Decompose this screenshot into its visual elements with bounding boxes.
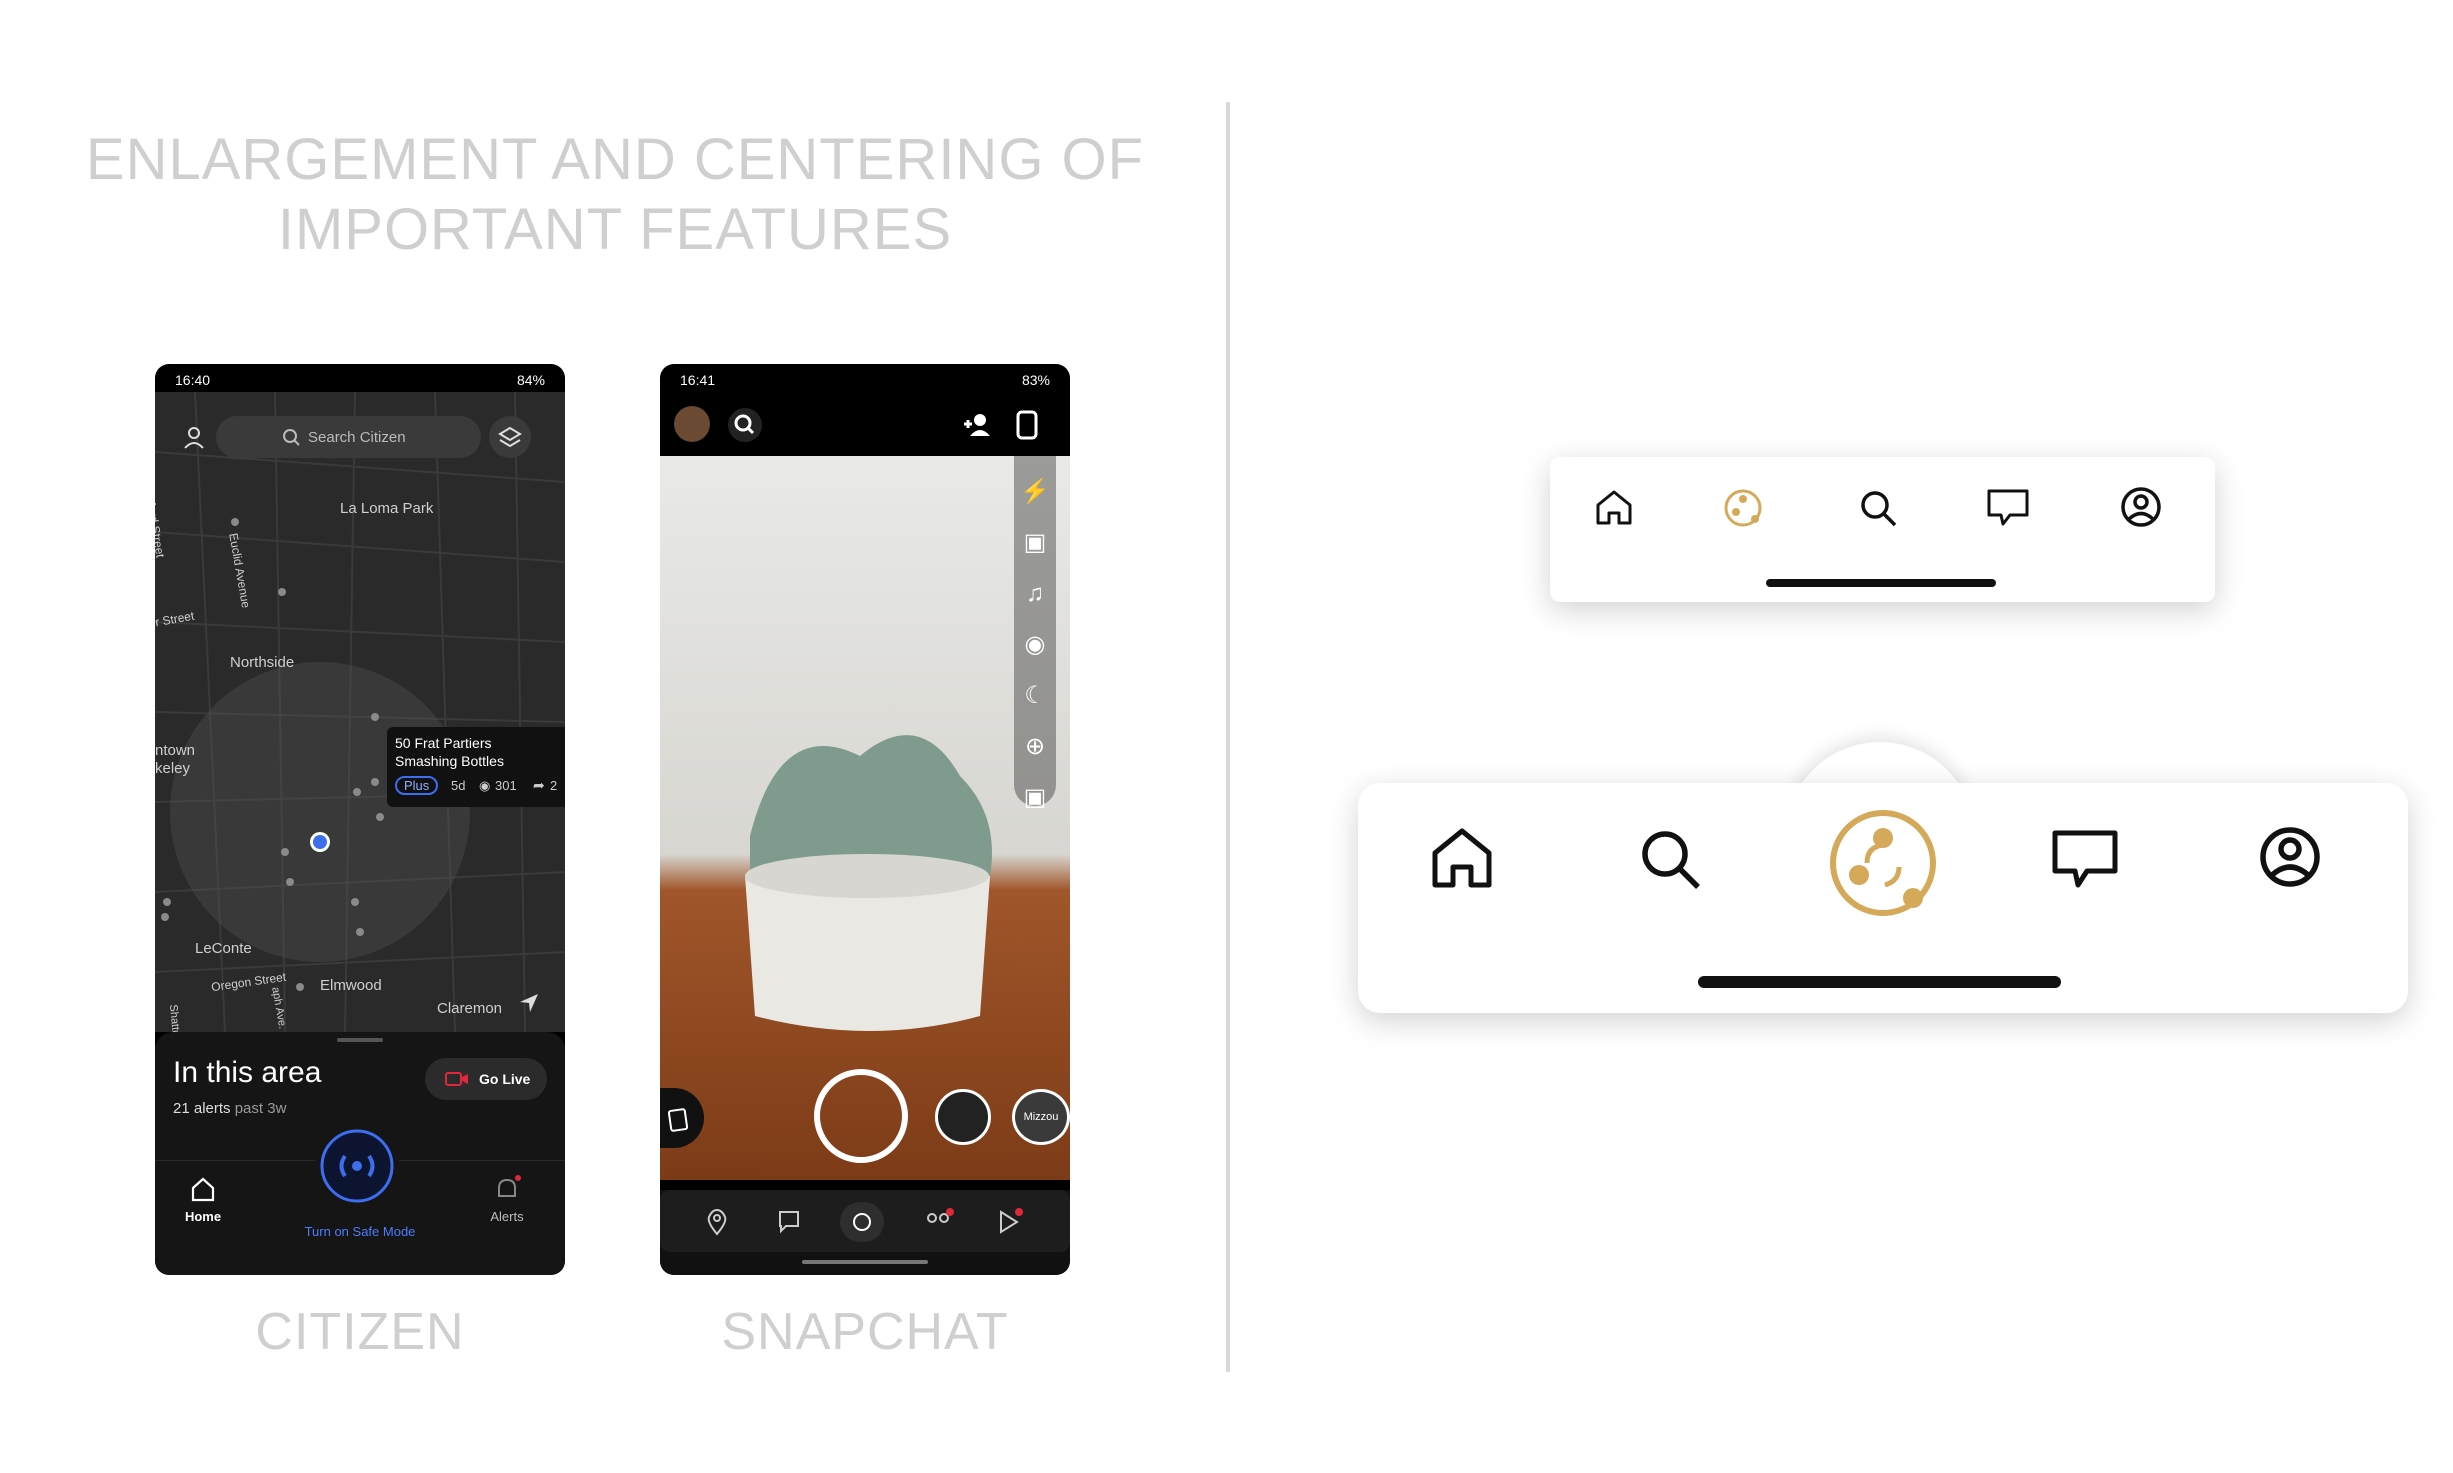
nav-alerts[interactable]: Alerts [477, 1172, 537, 1224]
friends-icon[interactable] [922, 1208, 956, 1241]
nav-bar-original [1550, 457, 2215, 602]
search-icon[interactable] [728, 408, 762, 442]
map-label-downtown: ntown [155, 742, 196, 759]
lens-2-label: Mizzou [1023, 1111, 1059, 1123]
broadcast-center-button[interactable] [1825, 805, 1941, 926]
plus-icon[interactable]: ⊕ [1019, 721, 1051, 772]
lens-1[interactable] [935, 1089, 991, 1145]
alerts-count: 21 alerts [173, 1100, 231, 1117]
chat-icon[interactable] [777, 1208, 801, 1241]
add-friend-icon[interactable] [960, 408, 994, 447]
home-indicator [1698, 976, 2061, 988]
memories-icon[interactable] [660, 1088, 704, 1148]
nav-home[interactable]: Home [173, 1172, 233, 1224]
lens-2[interactable]: Mizzou [1012, 1089, 1070, 1145]
plus-badge: Plus [395, 776, 439, 795]
search-icon [282, 428, 300, 451]
shutter-button[interactable] [814, 1069, 908, 1163]
locate-me-icon[interactable] [518, 992, 540, 1019]
broadcast-icon [320, 1129, 394, 1203]
map-label-berkeley: keley [155, 760, 191, 777]
music-icon[interactable]: ♫ [1019, 568, 1051, 619]
go-live-button[interactable]: Go Live [425, 1058, 547, 1100]
incident-views: 301 [495, 778, 517, 793]
nav-alerts-label: Alerts [490, 1209, 524, 1224]
message-icon[interactable] [1986, 487, 2030, 534]
status-time: 16:41 [680, 372, 716, 388]
bell-icon [498, 1175, 521, 1197]
broadcast-icon[interactable] [1722, 487, 1764, 534]
map-pin-icon[interactable] [705, 1208, 729, 1241]
profile-icon[interactable] [2258, 825, 2322, 894]
map-label-leconte: LeConte [195, 940, 252, 957]
search-icon[interactable] [1858, 488, 1898, 533]
camera-icon[interactable]: ◉ [1019, 619, 1051, 670]
map-label-claremont: Claremon [437, 1000, 503, 1017]
battery-percent: 83% [1021, 372, 1050, 388]
share-icon: ➦ [533, 777, 545, 793]
search-placeholder: Search Citizen [308, 429, 406, 446]
safe-mode-button[interactable] [315, 1124, 399, 1208]
snapchat-screenshot: 16:41 83% ⚡ ▣ ♫ ◉ ☾ ⊕ ▣ Mizzou [660, 364, 1070, 1275]
home-indicator [1766, 579, 1996, 587]
battery-percent: 84% [516, 372, 545, 388]
flash-off-icon[interactable]: ⚡ [1019, 466, 1051, 517]
incident-age: 5d [451, 778, 466, 793]
camera-tab-icon[interactable] [840, 1202, 884, 1242]
incident-title-1: 50 Frat Partiers [395, 735, 492, 751]
safe-mode-label[interactable]: Turn on Safe Mode [275, 1224, 445, 1239]
camera-preview[interactable]: ⚡ ▣ ♫ ◉ ☾ ⊕ ▣ Mizzou [660, 456, 1070, 1180]
bitmoji-avatar[interactable] [674, 406, 710, 442]
map-label-elmwood: Elmwood [320, 977, 382, 994]
live-camera-icon [445, 1071, 469, 1092]
page-heading: ENLARGEMENT AND CENTERING OF IMPORTANT F… [60, 125, 1170, 265]
eye-icon: ◉ [479, 778, 491, 793]
message-icon[interactable] [2051, 827, 2119, 896]
home-icon[interactable] [1430, 825, 1494, 896]
night-icon[interactable]: ☾ [1019, 670, 1051, 721]
map-streets [155, 392, 565, 1032]
flip-camera-icon[interactable] [1012, 408, 1042, 447]
sheet-handle[interactable] [337, 1038, 383, 1042]
incident-card[interactable]: 50 Frat Partiers Smashing Bottles Plus 5… [387, 727, 565, 807]
broadcast-icon [1830, 810, 1936, 916]
sheet-title: In this area [173, 1056, 322, 1089]
layers-icon[interactable] [489, 416, 531, 458]
citizen-screenshot: 16:40 84% Search Citizen La Loma Park No… [155, 364, 565, 1275]
caption-citizen: CITIZEN [255, 1303, 465, 1361]
caption-snapchat: SNAPCHAT [721, 1303, 1009, 1361]
map-label-la-loma-park: La Loma Park [340, 500, 434, 517]
go-live-label: Go Live [479, 1071, 531, 1087]
incident-shares: 2 [550, 778, 558, 793]
heading-line-2: IMPORTANT FEATURES [277, 197, 953, 262]
map-view[interactable]: Search Citizen La Loma Park Northside Le… [155, 392, 565, 1037]
profile-icon[interactable] [2120, 486, 2162, 533]
stories-play-icon[interactable] [995, 1208, 1025, 1241]
area-sheet: In this area 21 alerts past 3w Go Live H… [155, 1032, 565, 1275]
nav-home-label: Home [184, 1209, 222, 1224]
heading-line-1: ENLARGEMENT AND CENTERING OF [85, 127, 1145, 192]
search-bar[interactable]: Search Citizen [216, 416, 481, 458]
profile-icon[interactable] [181, 424, 207, 450]
scan-icon[interactable]: ▣ [1019, 772, 1051, 823]
alerts-period: past 3w [234, 1100, 287, 1117]
search-icon[interactable] [1638, 827, 1702, 896]
video-icon[interactable]: ▣ [1019, 517, 1051, 568]
snap-bottom-nav [660, 1190, 1070, 1275]
vertical-divider [1226, 102, 1230, 1372]
gesture-bar [802, 1260, 928, 1264]
home-icon [191, 1177, 215, 1202]
map-label-northside: Northside [230, 654, 295, 671]
incident-title-2: Smashing Bottles [395, 753, 504, 769]
nav-bar-redesign [1358, 783, 2408, 1013]
status-bar: 16:41 83% [660, 364, 1070, 392]
status-time: 16:40 [175, 372, 211, 388]
status-bar: 16:40 84% [155, 364, 565, 392]
home-icon[interactable] [1594, 487, 1634, 532]
